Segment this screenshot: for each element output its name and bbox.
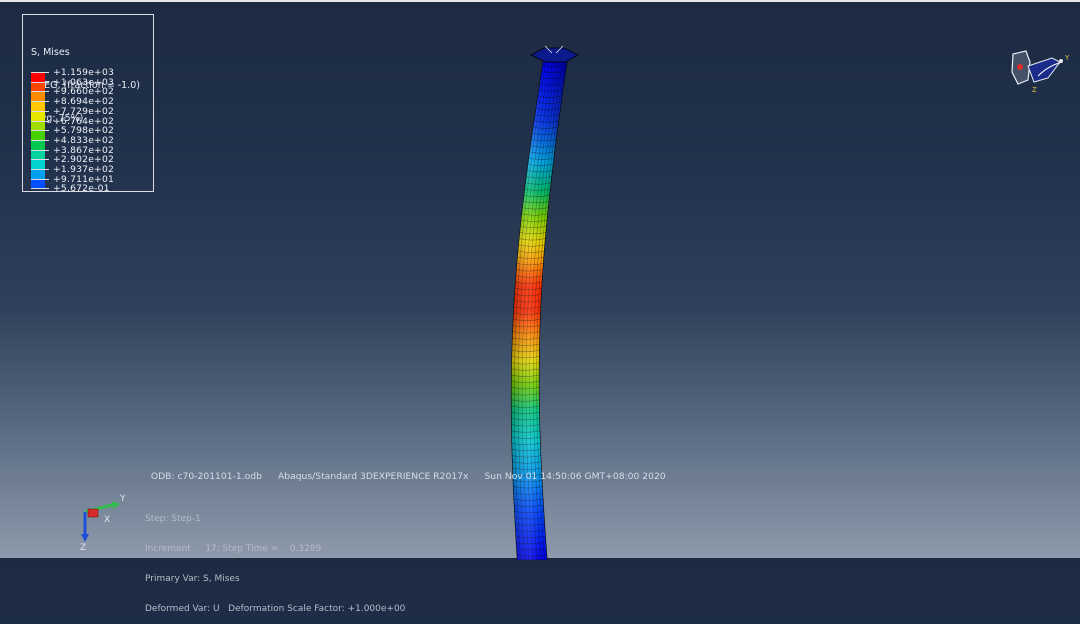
coordinate-triad: Y X Z: [74, 494, 134, 554]
odb-timestamp: Sun Nov 01 14:50:06 GMT+08:00 2020: [484, 471, 666, 482]
view-cube-z-label: Z: [1032, 86, 1037, 94]
status-primary-var: Primary Var: S, Mises: [145, 574, 240, 584]
odb-info-line: ODB: c70-201101-1.odb Abaqus/Standard 3DE…: [145, 460, 666, 482]
status-deformed-var: Deformed Var: U Deformation Scale Factor…: [145, 604, 406, 614]
triad-z-label: Z: [80, 543, 87, 553]
view-cube-icon: [1011, 50, 1063, 85]
status-step: Step: Step-1: [145, 514, 201, 524]
triad-x-label: X: [104, 515, 111, 525]
view-cube-y-label: Y: [1065, 54, 1070, 62]
top-cap: [530, 45, 579, 63]
status-increment: Increment 17: Step Time = 0.3289: [145, 544, 322, 554]
triad-y-label: Y: [120, 494, 126, 504]
odb-file: ODB: c70-201101-1.odb: [150, 471, 262, 482]
step-status: Step: Step-1 Increment 17: Step Time = 0…: [145, 494, 405, 624]
odb-solver: Abaqus/Standard 3DEXPERIENCE R2017x: [277, 471, 469, 482]
deformed-column: [510, 61, 568, 560]
view-cube[interactable]: Y Z: [1008, 48, 1072, 94]
